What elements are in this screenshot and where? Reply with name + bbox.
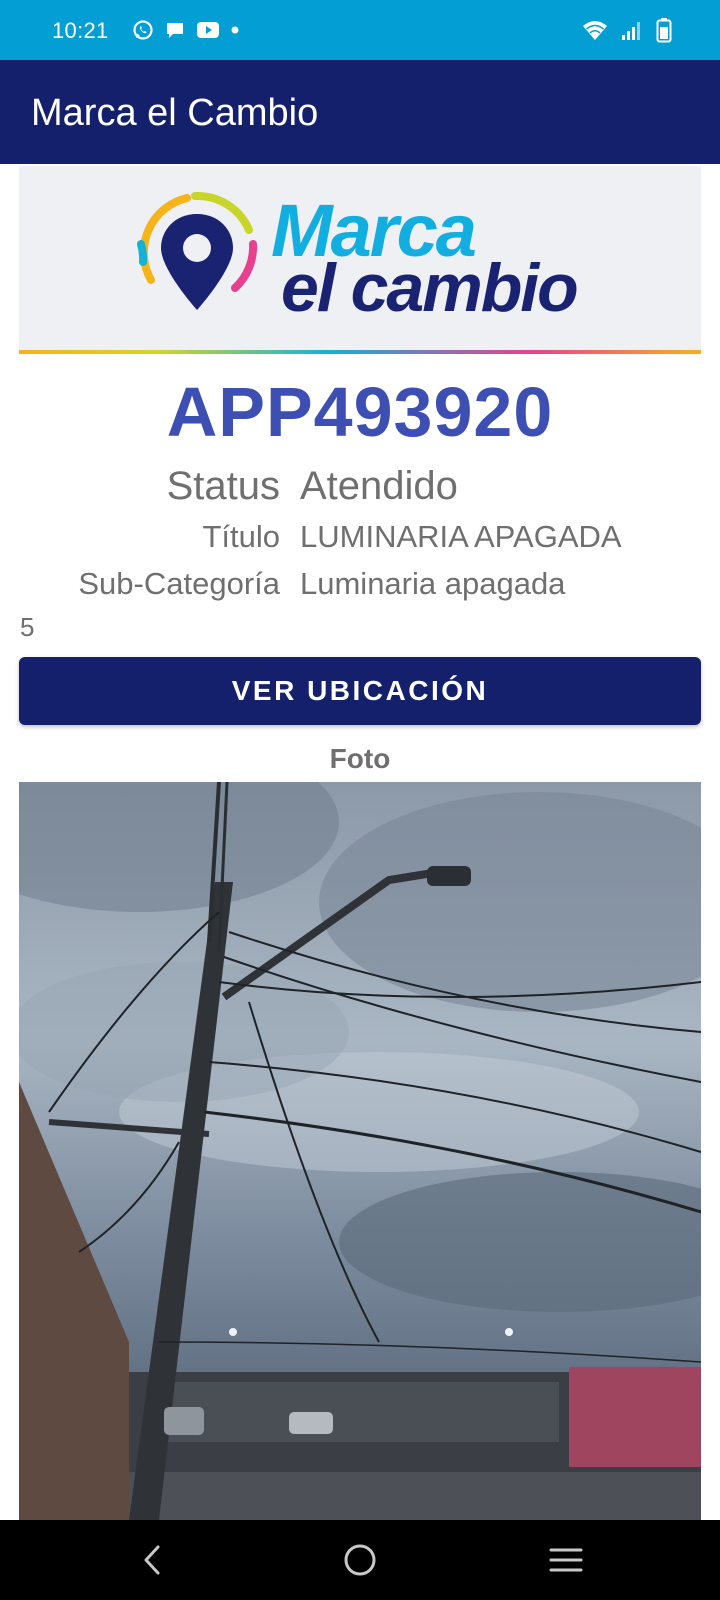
- report-id: APP493920: [166, 373, 554, 451]
- status-value: Atendido: [300, 464, 458, 508]
- recents-icon[interactable]: [546, 1540, 586, 1580]
- brand-wordmark-line2: el cambio: [281, 250, 579, 326]
- title-value: LUMINARIA APAGADA: [300, 519, 622, 554]
- app-bar: Marca el Cambio: [0, 60, 720, 164]
- dot-icon: [230, 19, 240, 46]
- banner-color-stripe: [19, 350, 701, 354]
- status-bar: 10:21: [0, 0, 720, 60]
- system-nav-bar: [0, 1520, 720, 1600]
- extra-number: 5: [20, 612, 35, 642]
- home-icon[interactable]: [340, 1540, 380, 1580]
- title-label: Título: [202, 519, 280, 554]
- whatsapp-icon: [132, 19, 154, 46]
- photo-label: Foto: [329, 743, 391, 774]
- signal-icon: [620, 18, 644, 47]
- status-time: 10:21: [52, 18, 109, 43]
- report-photo: [19, 782, 701, 1520]
- app-title: Marca el Cambio: [31, 92, 319, 134]
- back-icon[interactable]: [132, 1540, 172, 1580]
- location-pin-logo-icon: [131, 184, 263, 325]
- view-location-button[interactable]: VER UBICACIÓN: [19, 657, 701, 725]
- subcategory-label: Sub-Categoría: [78, 566, 280, 601]
- subcategory-value: Luminaria apagada: [300, 566, 566, 601]
- youtube-icon: [196, 19, 220, 46]
- status-label: Status: [166, 464, 280, 508]
- chat-icon: [164, 19, 186, 46]
- system-icons: [582, 17, 672, 48]
- brand-banner: Marca el cambio: [19, 166, 701, 354]
- wifi-icon: [582, 18, 608, 47]
- notification-icons: [132, 19, 240, 46]
- battery-icon: [656, 17, 672, 48]
